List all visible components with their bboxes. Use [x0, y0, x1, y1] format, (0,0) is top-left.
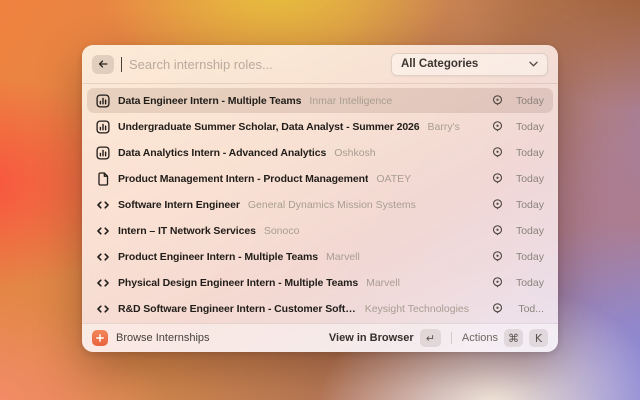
job-title: Product Engineer Intern - Multiple Teams — [118, 251, 318, 263]
location-pin-icon — [491, 198, 504, 211]
company-name: Inmar Intelligence — [309, 95, 392, 107]
search-header: All Categories — [82, 45, 558, 83]
job-title: R&D Software Engineer Intern - Customer … — [118, 303, 357, 315]
posted-date: Today — [512, 277, 544, 289]
job-title: Physical Design Engineer Intern - Multip… — [118, 277, 358, 289]
code-icon — [96, 302, 110, 316]
list-item[interactable]: Product Engineer Intern - Multiple Teams… — [87, 244, 553, 269]
actions-label: Actions — [462, 332, 498, 344]
list-item[interactable]: Data Analytics Intern - Advanced Analyti… — [87, 140, 553, 165]
return-keycap: ↵ — [420, 329, 441, 347]
bar-chart-icon — [96, 146, 110, 160]
actions-menu-button[interactable]: Actions ⌘ K — [462, 329, 548, 347]
code-icon — [96, 276, 110, 290]
job-title: Data Analytics Intern - Advanced Analyti… — [118, 147, 326, 159]
location-pin-icon — [491, 94, 504, 107]
code-icon — [96, 198, 110, 212]
text-cursor — [121, 57, 122, 72]
posted-date: Today — [512, 199, 544, 211]
list-item[interactable]: Undergraduate Summer Scholar, Data Analy… — [87, 114, 553, 139]
job-title: Product Management Intern - Product Mana… — [118, 173, 368, 185]
search-input[interactable] — [129, 57, 384, 72]
location-pin-icon — [491, 146, 504, 159]
location-pin-icon — [491, 224, 504, 237]
command-keycap: ⌘ — [504, 329, 523, 347]
posted-date: Today — [512, 147, 544, 159]
k-keycap: K — [529, 329, 548, 347]
location-pin-icon — [491, 250, 504, 263]
location-pin-icon — [491, 302, 504, 315]
list-item[interactable]: Intern – IT Network Services Sonoco Toda… — [87, 218, 553, 243]
location-pin-icon — [491, 172, 504, 185]
company-name: OATEY — [376, 173, 411, 185]
back-button[interactable] — [92, 55, 114, 74]
extension-name: Browse Internships — [116, 332, 210, 344]
posted-date: Today — [512, 173, 544, 185]
posted-date: Today — [512, 95, 544, 107]
company-name: Barry's — [428, 121, 460, 133]
posted-date: Today — [512, 121, 544, 133]
back-arrow-icon — [97, 58, 109, 70]
list-item[interactable]: R&D Software Engineer Intern - Customer … — [87, 296, 553, 321]
job-title: Software Intern Engineer — [118, 199, 240, 211]
primary-action-button[interactable]: View in Browser ↵ — [329, 329, 441, 347]
launcher-window: All Categories Data Engineer Intern - Mu… — [82, 45, 558, 352]
bar-chart-icon — [96, 94, 110, 108]
job-title: Intern – IT Network Services — [118, 225, 256, 237]
company-name: Oshkosh — [334, 147, 375, 159]
company-name: Keysight Technologies — [365, 303, 469, 315]
company-name: General Dynamics Mission Systems — [248, 199, 416, 211]
list-item[interactable]: Physical Design Engineer Intern - Multip… — [87, 270, 553, 295]
posted-date: Today — [512, 225, 544, 237]
results-list: Data Engineer Intern - Multiple Teams In… — [82, 84, 558, 323]
footer-bar: Browse Internships View in Browser ↵ Act… — [82, 323, 558, 352]
posted-date: Tod... — [512, 303, 544, 315]
category-dropdown[interactable]: All Categories — [391, 53, 548, 76]
job-title: Undergraduate Summer Scholar, Data Analy… — [118, 121, 420, 133]
job-title: Data Engineer Intern - Multiple Teams — [118, 95, 301, 107]
posted-date: Today — [512, 251, 544, 263]
company-name: Marvell — [366, 277, 400, 289]
list-item[interactable]: Data Engineer Intern - Multiple Teams In… — [87, 88, 553, 113]
location-pin-icon — [491, 120, 504, 133]
category-dropdown-label: All Categories — [401, 58, 478, 70]
primary-action-label: View in Browser — [329, 332, 414, 344]
document-icon — [96, 172, 110, 186]
code-icon — [96, 250, 110, 264]
location-pin-icon — [491, 276, 504, 289]
list-item[interactable]: Software Intern Engineer General Dynamic… — [87, 192, 553, 217]
chevron-down-icon — [529, 61, 538, 67]
company-name: Marvell — [326, 251, 360, 263]
bar-chart-icon — [96, 120, 110, 134]
list-item[interactable]: Product Management Intern - Product Mana… — [87, 166, 553, 191]
extension-plus-icon — [92, 330, 108, 346]
code-icon — [96, 224, 110, 238]
footer-divider — [451, 332, 452, 344]
company-name: Sonoco — [264, 225, 300, 237]
